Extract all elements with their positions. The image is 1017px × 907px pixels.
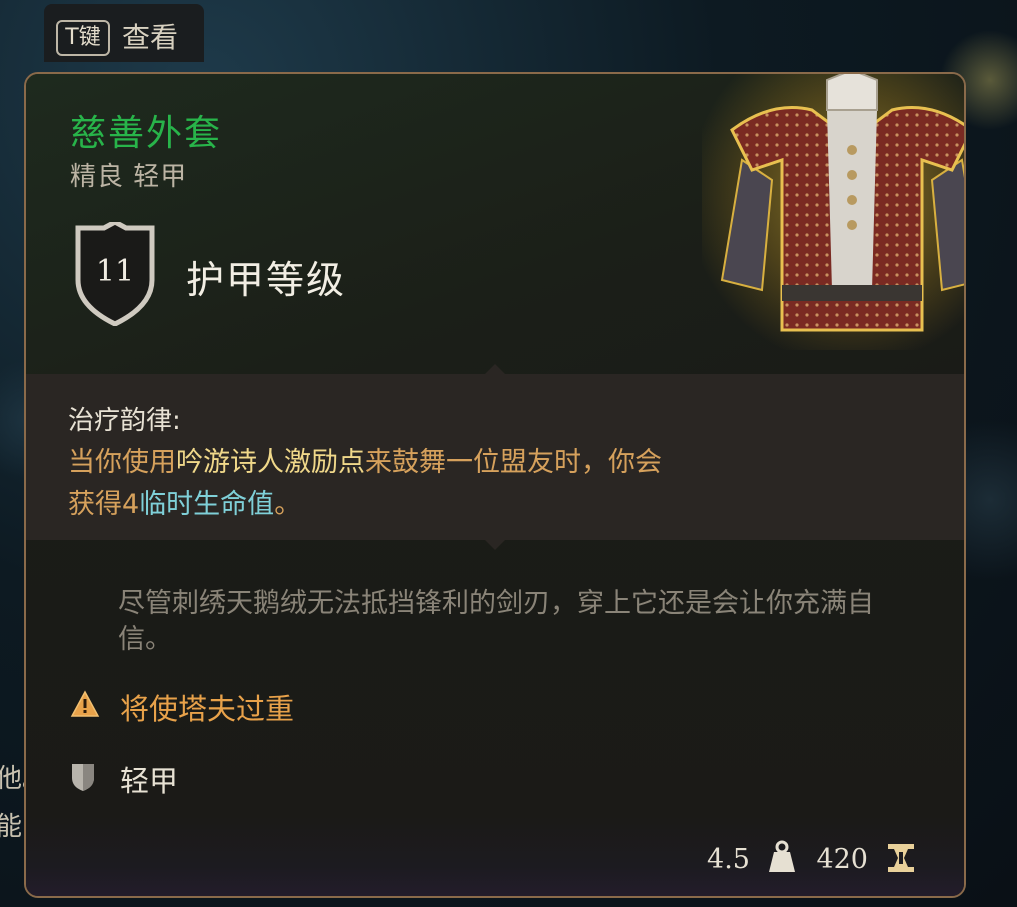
weight-value: 4.5 bbox=[707, 844, 750, 875]
item-rarity-type: 精良 轻甲 bbox=[70, 162, 188, 192]
item-name: 慈善外套 bbox=[70, 113, 223, 154]
section-notch bbox=[485, 364, 505, 374]
inspect-label: 查看 bbox=[122, 21, 179, 54]
passive-description-line1: 当你使用吟游诗人激励点来鼓舞一位盟友时，你会 bbox=[68, 440, 662, 479]
armor-class-label: 护甲等级 bbox=[186, 258, 347, 302]
flavor-text: 尽管刺绣天鹅绒无法抵挡锋利的剑刃，穿上它还是会让你充满自信。 bbox=[118, 588, 874, 655]
bardic-inspiration-link[interactable]: 吟游诗人激励点 bbox=[176, 447, 365, 478]
passive-text: 。 bbox=[274, 489, 302, 520]
passive-ability-section: 治疗韵律: 当你使用吟游诗人激励点来鼓舞一位盟友时，你会 获得4临时生命值。 bbox=[26, 364, 964, 550]
passive-description-line2: 获得4临时生命值。 bbox=[68, 482, 301, 521]
background-text-line: 能 bbox=[0, 812, 23, 842]
light-armor-shield-icon bbox=[72, 764, 94, 791]
keybind-t-badge: T键 bbox=[56, 20, 110, 56]
passive-text: 来鼓舞一位盟友时，你会 bbox=[365, 447, 662, 478]
jacket-icon bbox=[702, 74, 964, 350]
passive-text: 当你使用 bbox=[68, 447, 176, 478]
armor-type-text: 轻甲 bbox=[120, 764, 179, 798]
tooltip-footer: 4.5 420 bbox=[26, 816, 964, 896]
warning-icon bbox=[70, 690, 100, 717]
weight-icon bbox=[769, 840, 795, 872]
passive-text: 获得4 bbox=[68, 489, 140, 520]
armor-class-value: 11 bbox=[95, 254, 135, 289]
price-value: 420 bbox=[816, 844, 868, 875]
passive-title: 治疗韵律: bbox=[68, 406, 181, 436]
gold-coin-icon bbox=[888, 844, 914, 872]
section-notch bbox=[485, 540, 505, 550]
item-tooltip: 慈善外套 精良 轻甲 11 护甲等级 治疗韵律: 当你使用吟游诗人激励点来鼓舞一… bbox=[24, 72, 966, 898]
warning-text: 将使塔夫过重 bbox=[120, 692, 295, 726]
temporary-hp-link[interactable]: 临时生命值 bbox=[139, 489, 274, 520]
